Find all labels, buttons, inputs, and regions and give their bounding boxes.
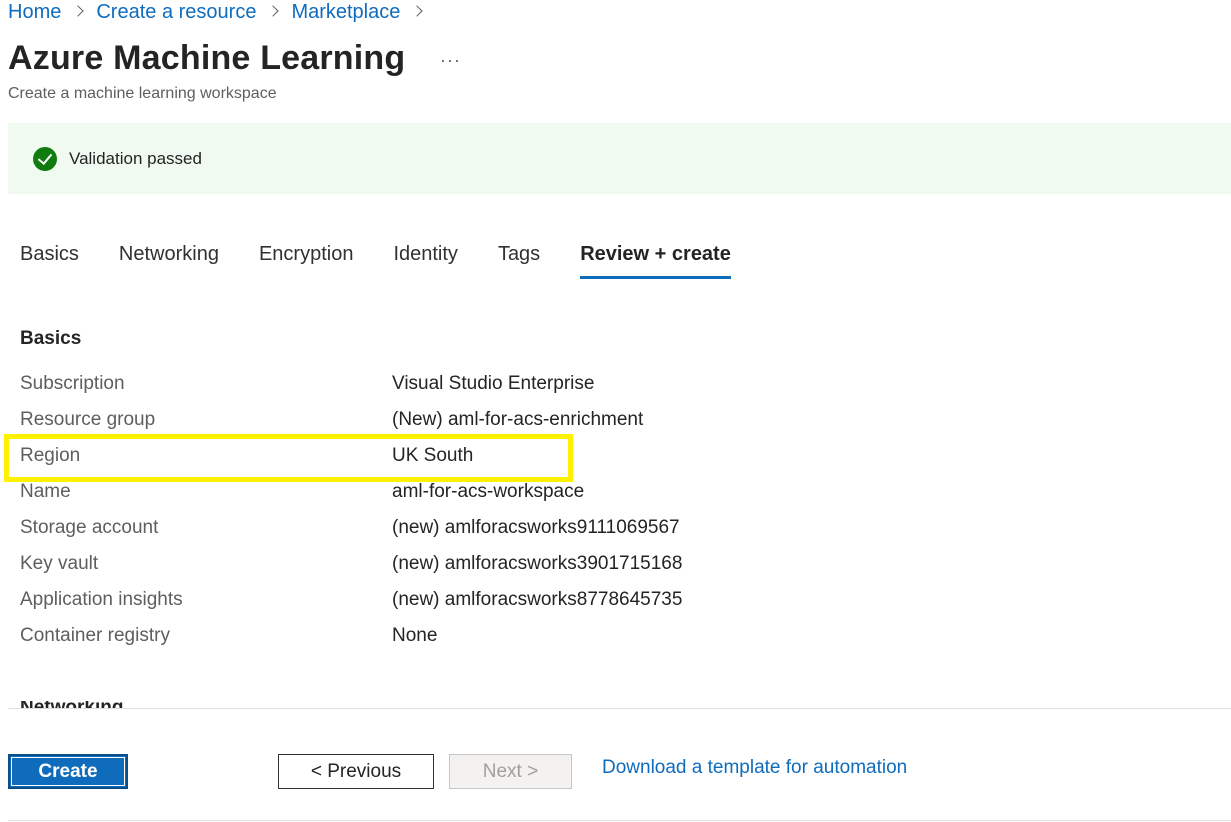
summary-row-subscription: Subscription Visual Studio Enterprise: [20, 366, 820, 402]
check-circle-icon: [33, 146, 57, 171]
tab-identity[interactable]: Identity: [393, 240, 457, 280]
breadcrumb-create-resource-link[interactable]: Create a resource: [96, 1, 256, 24]
summary-value: (new) amlforacsworks8778645735: [392, 589, 683, 610]
page-title: Azure Machine Learning: [8, 39, 406, 77]
summary-value: (new) amlforacsworks3901715168: [392, 553, 683, 574]
summary-label: Subscription: [20, 373, 125, 394]
download-template-link[interactable]: Download a template for automation: [602, 757, 907, 779]
validation-text: Validation passed: [69, 148, 202, 168]
summary-label: Name: [20, 481, 71, 502]
summary-label: Storage account: [20, 517, 159, 538]
summary-row-region: Region UK South: [20, 438, 820, 474]
basics-section-heading: Basics: [20, 328, 82, 349]
chevron-right-icon: [412, 6, 422, 16]
footer-divider: [8, 708, 1231, 709]
summary-row-resource-group: Resource group (New) aml-for-acs-enrichm…: [20, 402, 820, 438]
wizard-tabs: Basics Networking Encryption Identity Ta…: [20, 240, 771, 280]
tab-encryption[interactable]: Encryption: [259, 240, 354, 280]
create-button[interactable]: Create: [8, 754, 128, 789]
summary-label: Application insights: [20, 589, 183, 610]
summary-value: Visual Studio Enterprise: [392, 373, 595, 394]
ellipsis-icon[interactable]: ···: [440, 50, 461, 71]
tab-basics[interactable]: Basics: [20, 240, 79, 280]
summary-label: Resource group: [20, 409, 156, 430]
summary-value: (New) aml-for-acs-enrichment: [392, 409, 644, 430]
previous-button[interactable]: < Previous: [278, 754, 434, 789]
breadcrumb-home-link[interactable]: Home: [8, 1, 61, 24]
tab-tags[interactable]: Tags: [498, 240, 540, 280]
summary-value: None: [392, 625, 438, 646]
breadcrumb-marketplace-link[interactable]: Marketplace: [291, 1, 400, 24]
summary-value: aml-for-acs-workspace: [392, 481, 585, 502]
tab-networking[interactable]: Networking: [119, 240, 219, 280]
chevron-right-icon: [268, 6, 278, 16]
next-button[interactable]: Next >: [449, 754, 572, 789]
summary-row-key-vault: Key vault (new) amlforacsworks3901715168: [20, 546, 820, 582]
chevron-right-icon: [73, 6, 83, 16]
summary-value: UK South: [392, 445, 474, 466]
footer-bottom-divider: [8, 820, 1231, 821]
summary-label: Region: [20, 445, 81, 466]
breadcrumb: Home Create a resource Marketplace: [8, 0, 435, 24]
page-subtitle: Create a machine learning workspace: [8, 85, 277, 102]
page: Home Create a resource Marketplace Azure…: [0, 0, 1231, 822]
summary-row-container-registry: Container registry None: [20, 618, 820, 654]
summary-label: Container registry: [20, 625, 170, 646]
basics-summary-list: Subscription Visual Studio Enterprise Re…: [20, 366, 820, 654]
summary-label: Key vault: [20, 553, 99, 574]
validation-banner: Validation passed: [8, 123, 1231, 194]
summary-value: (new) amlforacsworks9111069567: [392, 517, 680, 538]
summary-row-name: Name aml-for-acs-workspace: [20, 474, 820, 510]
tab-review-create[interactable]: Review + create: [580, 240, 731, 280]
summary-row-storage-account: Storage account (new) amlforacsworks9111…: [20, 510, 820, 546]
summary-row-application-insights: Application insights (new) amlforacswork…: [20, 582, 820, 618]
